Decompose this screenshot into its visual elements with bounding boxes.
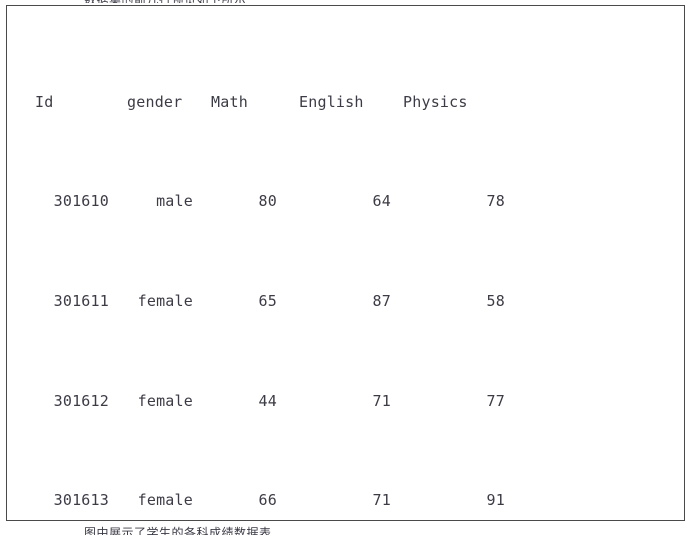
cell-physics: 91 [486, 491, 505, 510]
cell-math: 44 [258, 391, 277, 410]
cell-id: 301612 [53, 391, 109, 410]
table-row: 301613 female 66 71 91 [7, 488, 684, 513]
cell-english: 71 [372, 491, 391, 510]
caption-below-cropped: 图中展示了学生的各科成绩数据表 [84, 526, 272, 535]
cell-gender: female [137, 391, 193, 410]
cell-gender: female [137, 491, 193, 510]
cell-english: 87 [372, 291, 391, 310]
cell-physics: 58 [486, 291, 505, 310]
cell-id: 301613 [53, 491, 109, 510]
dataframe-output-block: Id gender Math English Physics 301610 male 80 6… [6, 5, 685, 521]
cell-english: 71 [372, 391, 391, 410]
cell-id: 301611 [53, 291, 109, 310]
column-header-physics: Physics [403, 92, 468, 111]
cell-physics: 77 [486, 391, 505, 410]
cell-math: 65 [258, 291, 277, 310]
table-row: 301611 female 65 87 58 [7, 289, 684, 314]
cell-gender: male [156, 192, 193, 211]
table-header-row: Id gender Math English Physics [7, 90, 684, 115]
dataframe-text: Id gender Math English Physics 301610 male 80 6… [7, 6, 684, 520]
cell-english: 64 [372, 192, 391, 211]
column-header-english: English [299, 92, 364, 111]
cell-gender: female [137, 291, 193, 310]
column-header-gender: gender [127, 92, 183, 111]
cell-math: 80 [258, 192, 277, 211]
table-row: 301610 male 80 64 78 [7, 189, 684, 214]
caption-above-cropped: 数据集的前几行预览如下所示 [0, 0, 693, 3]
table-row: 301612 female 44 71 77 [7, 389, 684, 414]
cell-math: 66 [258, 491, 277, 510]
cell-id: 301610 [53, 192, 109, 211]
cell-physics: 78 [486, 192, 505, 211]
column-header-math: Math [211, 92, 248, 111]
column-header-id: Id [35, 92, 54, 111]
